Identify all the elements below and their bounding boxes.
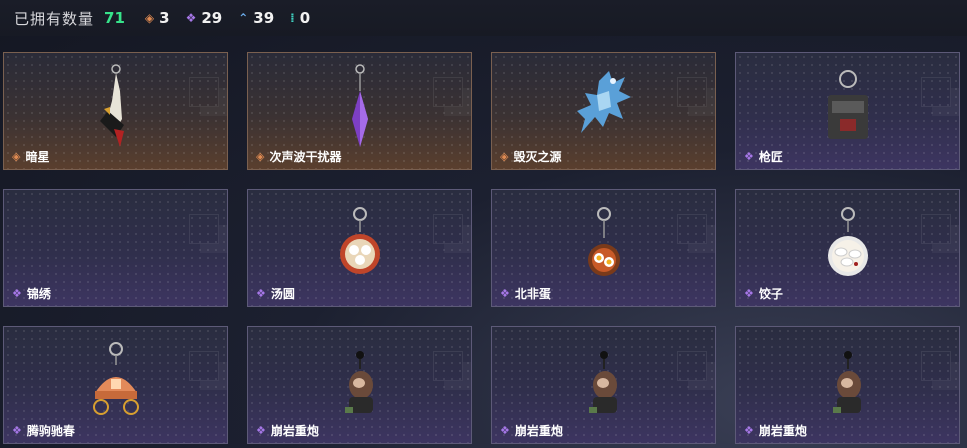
item-name: 北非蛋: [514, 287, 551, 301]
soldier-charm-icon: [344, 351, 373, 413]
card-decoration: [189, 77, 219, 107]
item-label: ❖ 锦绣: [12, 285, 51, 302]
item-name: 崩岩重炮: [514, 424, 563, 438]
stat-orange-value: 3: [159, 9, 170, 27]
item-card[interactable]: ◈ 次声波干扰器: [247, 52, 472, 170]
item-card[interactable]: ◈ 毁灭之源: [491, 52, 716, 170]
item-name: 汤圆: [270, 287, 295, 301]
item-label: ❖ 枪匠: [744, 148, 783, 165]
purple-rarity-icon: ❖: [12, 424, 22, 437]
purple-rarity-icon: ❖: [500, 424, 510, 437]
teal-rarity-icon: ⁞: [290, 11, 295, 25]
card-decoration: [677, 351, 707, 381]
item-name: 暗星: [25, 150, 50, 164]
card-decoration: [921, 351, 951, 381]
owned-count-title: 已拥有数量: [14, 9, 95, 28]
dagger-charm-icon: [99, 64, 124, 147]
item-label: ❖ 汤圆: [256, 285, 295, 302]
item-name: 崩岩重炮: [758, 424, 807, 438]
dumpling-charm-icon: [827, 207, 868, 276]
carriage-charm-icon: [92, 342, 139, 415]
card-decoration: [677, 77, 707, 107]
item-card[interactable]: ❖ 汤圆: [247, 189, 472, 307]
purple-rarity-icon: ❖: [500, 287, 510, 300]
soldier-charm-icon: [832, 351, 861, 413]
item-name: 饺子: [758, 287, 783, 301]
item-label: ❖ 腾驹驰春: [12, 422, 75, 439]
stat-purple-value: 29: [201, 9, 223, 27]
item-card[interactable]: ❖ 饺子: [735, 189, 960, 307]
item-name: 枪匠: [758, 150, 783, 164]
item-name: 次声波干扰器: [269, 150, 342, 164]
stat-orange: ◈ 3: [145, 9, 170, 27]
card-decoration: [433, 77, 463, 107]
stat-purple: ❖ 29: [186, 9, 223, 27]
stat-blue: ⌃ 39: [238, 9, 274, 27]
header-bar: 已拥有数量 71 ◈ 3 ❖ 29 ⌃ 39 ⁞ 0: [0, 0, 967, 36]
crystal-charm-icon: [351, 64, 368, 147]
purple-rarity-icon: ❖: [256, 287, 266, 300]
item-label: ❖ 崩岩重炮: [256, 422, 319, 439]
item-card[interactable]: ❖ 崩岩重炮: [247, 326, 472, 444]
card-decoration: [433, 214, 463, 244]
item-name: 锦绣: [26, 287, 51, 301]
dragon-charm-icon: [576, 71, 631, 133]
stat-teal: ⁞ 0: [290, 9, 310, 27]
item-name: 毁灭之源: [513, 150, 562, 164]
purple-rarity-icon: ❖: [256, 424, 266, 437]
card-decoration: [189, 214, 219, 244]
item-card[interactable]: ❖ 腾驹驰春: [3, 326, 228, 444]
card-decoration: [921, 214, 951, 244]
item-card[interactable]: ❖ 崩岩重炮: [735, 326, 960, 444]
card-decoration: [677, 214, 707, 244]
purple-rarity-icon: ❖: [12, 287, 22, 300]
orange-rarity-icon: ◈: [500, 150, 509, 163]
bowl-charm-icon: [339, 207, 380, 274]
purple-rarity-icon: ❖: [185, 11, 197, 25]
egg-charm-icon: [587, 207, 620, 276]
card-decoration: [921, 77, 951, 107]
purple-rarity-icon: ❖: [744, 424, 754, 437]
item-card[interactable]: ❖ 北非蛋: [491, 189, 716, 307]
card-decoration: [433, 351, 463, 381]
box-charm-icon: [827, 70, 868, 139]
item-card[interactable]: ◈ 暗星: [3, 52, 228, 170]
item-name: 崩岩重炮: [270, 424, 319, 438]
owned-count-total: 71: [104, 9, 125, 27]
item-label: ◈ 暗星: [12, 148, 49, 165]
item-label: ❖ 崩岩重炮: [744, 422, 807, 439]
card-decoration: [189, 351, 219, 381]
item-name: 腾驹驰春: [26, 424, 75, 438]
purple-rarity-icon: ❖: [744, 150, 754, 163]
item-card[interactable]: ❖ 崩岩重炮: [491, 326, 716, 444]
item-label: ◈ 次声波干扰器: [256, 148, 341, 165]
item-label: ❖ 北非蛋: [500, 285, 551, 302]
stat-blue-value: 39: [253, 9, 275, 27]
orange-rarity-icon: ◈: [144, 11, 155, 25]
item-card[interactable]: ❖ 枪匠: [735, 52, 960, 170]
item-label: ❖ 饺子: [744, 285, 783, 302]
orange-rarity-icon: ◈: [12, 150, 21, 163]
orange-rarity-icon: ◈: [256, 150, 265, 163]
item-label: ❖ 崩岩重炮: [500, 422, 563, 439]
stat-teal-value: 0: [299, 9, 311, 27]
soldier-charm-icon: [588, 351, 617, 413]
purple-rarity-icon: ❖: [744, 287, 754, 300]
item-card[interactable]: ❖ 锦绣: [3, 189, 228, 307]
item-label: ◈ 毁灭之源: [500, 148, 561, 165]
blue-rarity-icon: ⌃: [238, 11, 249, 25]
